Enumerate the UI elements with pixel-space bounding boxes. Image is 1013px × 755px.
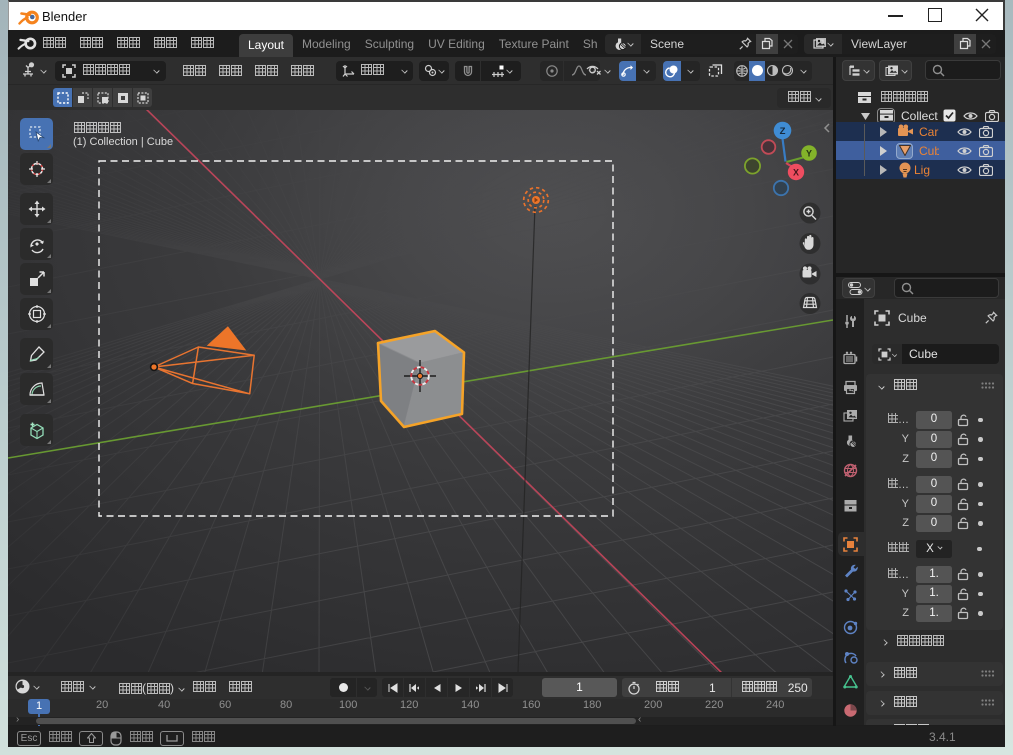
svg-text:Z: Z [780,126,786,137]
svg-text:Y: Y [806,148,812,158]
svg-text:X: X [793,168,799,178]
